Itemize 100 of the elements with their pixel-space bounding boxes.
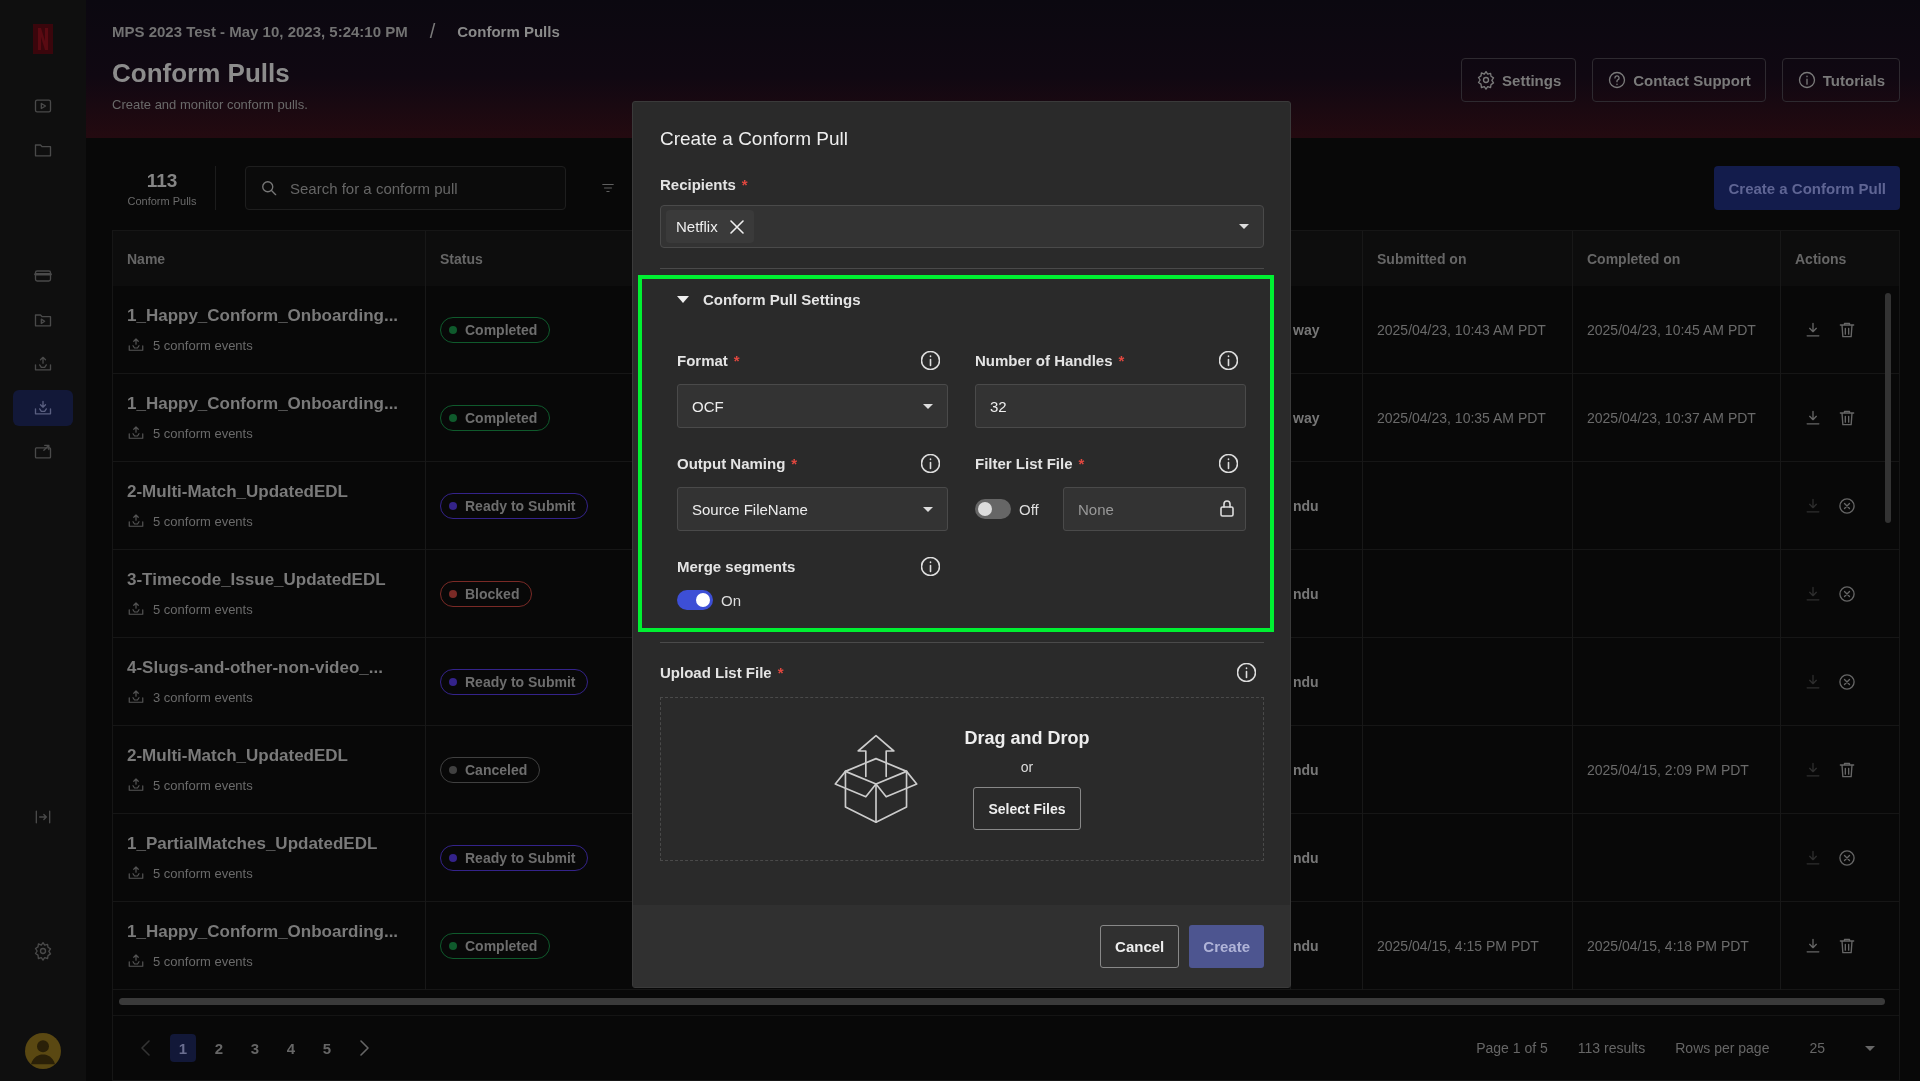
chevron-left-icon[interactable] <box>141 1040 150 1056</box>
field-label: Upload List File <box>660 663 772 681</box>
required-mark: * <box>1078 454 1085 472</box>
info-icon[interactable] <box>921 556 940 576</box>
cancel-icon[interactable] <box>1837 496 1857 516</box>
page-button[interactable]: 5 <box>314 1034 340 1062</box>
page-button[interactable]: 1 <box>170 1034 196 1062</box>
trash-icon[interactable] <box>1837 760 1857 780</box>
row-name[interactable]: 2-Multi-Match_UpdatedEDL <box>127 746 348 766</box>
select-field[interactable]: Source FileName <box>677 487 948 531</box>
event-count: 5 conform events <box>153 777 253 793</box>
cancel-icon[interactable] <box>1837 672 1857 692</box>
info-icon <box>1796 70 1817 90</box>
table-cell: ndu <box>1293 938 1319 954</box>
table-cell: 2025/04/23, 10:35 AM PDT <box>1377 410 1546 426</box>
rows-per-page-label: Rows per page <box>1675 1040 1770 1056</box>
page-title: Conform Pulls <box>112 58 291 89</box>
row-name[interactable]: 1_Happy_Conform_Onboarding... <box>127 306 399 326</box>
trash-icon[interactable] <box>1837 408 1857 428</box>
table-cell: ndu <box>1293 498 1319 514</box>
required-mark: * <box>741 176 748 193</box>
required-mark: * <box>777 663 784 681</box>
field-label: Filter List File <box>975 454 1073 472</box>
recipients-select[interactable]: Netflix <box>660 205 1264 248</box>
info-icon[interactable] <box>921 350 940 370</box>
section-toggle[interactable]: Conform Pull Settings <box>677 287 1246 311</box>
field-label: Number of Handles <box>975 351 1113 369</box>
recipient-chip[interactable]: Netflix <box>666 210 754 243</box>
status-label: Ready to Submit <box>465 850 576 866</box>
tray-download-icon <box>33 398 53 418</box>
info-icon[interactable] <box>1237 662 1256 682</box>
row-name[interactable]: 3-Timecode_Issue_UpdatedEDL <box>127 570 386 590</box>
select-field[interactable]: OCF <box>677 384 948 428</box>
create-button[interactable]: Create a Conform Pull <box>1714 166 1900 210</box>
toggle-switch[interactable] <box>677 590 713 610</box>
search-field[interactable]: Search for a conform pull <box>245 166 566 210</box>
rows-per-page-select[interactable]: 25 <box>1809 1040 1879 1056</box>
close-icon[interactable] <box>729 219 744 234</box>
tray-export-icon <box>33 442 53 462</box>
event-count: 5 conform events <box>153 865 253 881</box>
toggle-label: On <box>721 591 742 609</box>
support-button[interactable]: Contact Support <box>1592 58 1766 102</box>
table-cell: 2025/04/15, 4:15 PM PDT <box>1377 938 1539 954</box>
nav-item[interactable] <box>13 390 73 426</box>
field-label: Format <box>677 351 728 369</box>
cancel-icon[interactable] <box>1837 848 1857 868</box>
chevron-right-icon[interactable] <box>360 1040 369 1056</box>
field-label: Output Naming <box>677 454 786 472</box>
info-icon[interactable] <box>921 453 940 473</box>
scrollbar[interactable] <box>1885 293 1891 523</box>
column-header[interactable]: Status <box>440 250 483 267</box>
settings-button[interactable]: Settings <box>1461 58 1577 102</box>
row-name[interactable]: 1_PartialMatches_UpdatedEDL <box>127 834 378 854</box>
status-label: Completed <box>465 322 538 338</box>
row-name[interactable]: 1_Happy_Conform_Onboarding... <box>127 394 399 414</box>
status-label: Ready to Submit <box>465 674 576 690</box>
trash-icon[interactable] <box>1837 320 1857 340</box>
drop-zone[interactable]: Drag and Drop or Select Files <box>660 697 1264 861</box>
page-button[interactable]: 3 <box>242 1034 268 1062</box>
field-label: Merge segments <box>677 557 796 575</box>
column-header[interactable]: Name <box>127 250 166 267</box>
breadcrumb-link[interactable]: MPS 2023 Test - May 10, 2023, 5:24:10 PM <box>112 23 408 40</box>
input-field[interactable]: 32 <box>975 384 1246 428</box>
table-cell: way <box>1293 410 1320 426</box>
result-count: 113 <box>145 169 179 192</box>
column-header[interactable]: Actions <box>1795 250 1847 267</box>
row-name[interactable]: 4-Slugs-and-other-non-video_... <box>127 658 383 678</box>
caret-icon <box>923 506 933 512</box>
breadcrumb-link[interactable]: Conform Pulls <box>457 23 560 40</box>
row-name[interactable]: 2-Multi-Match_UpdatedEDL <box>127 482 348 502</box>
trash-icon[interactable] <box>1837 936 1857 956</box>
column-header[interactable]: Completed on <box>1587 250 1681 267</box>
event-count: 5 conform events <box>153 601 253 617</box>
toggle-switch[interactable] <box>975 499 1011 519</box>
page-button[interactable]: 2 <box>206 1034 232 1062</box>
info-button[interactable]: Tutorials <box>1781 58 1900 102</box>
select-files-button[interactable]: Select Files <box>973 787 1081 830</box>
column-header[interactable]: Submitted on <box>1377 250 1467 267</box>
avatar[interactable] <box>25 1033 61 1069</box>
status-label: Completed <box>465 938 538 954</box>
cancel-icon[interactable] <box>1837 584 1857 604</box>
cancel-button[interactable]: Cancel <box>1100 924 1180 968</box>
page-button[interactable]: 4 <box>278 1034 304 1062</box>
chip-label: Netflix <box>676 218 718 235</box>
info-icon[interactable] <box>1219 350 1238 370</box>
lock-icon <box>1220 500 1234 517</box>
separator-text: or <box>1020 759 1034 775</box>
row-name[interactable]: 1_Happy_Conform_Onboarding... <box>127 922 399 942</box>
status-label: Ready to Submit <box>465 498 576 514</box>
info-icon[interactable] <box>1219 453 1238 473</box>
count-label: Conform Pulls <box>126 194 198 207</box>
caret-icon <box>923 403 933 409</box>
settings-icon[interactable] <box>32 941 53 961</box>
status-label: Blocked <box>465 586 520 602</box>
input-field[interactable]: None <box>1063 487 1246 531</box>
tray-upload-icon <box>127 688 145 706</box>
tray-upload-icon <box>127 776 145 794</box>
scrollbar[interactable] <box>119 998 1885 1005</box>
event-count: 5 conform events <box>153 513 253 529</box>
table-cell: way <box>1293 322 1320 338</box>
